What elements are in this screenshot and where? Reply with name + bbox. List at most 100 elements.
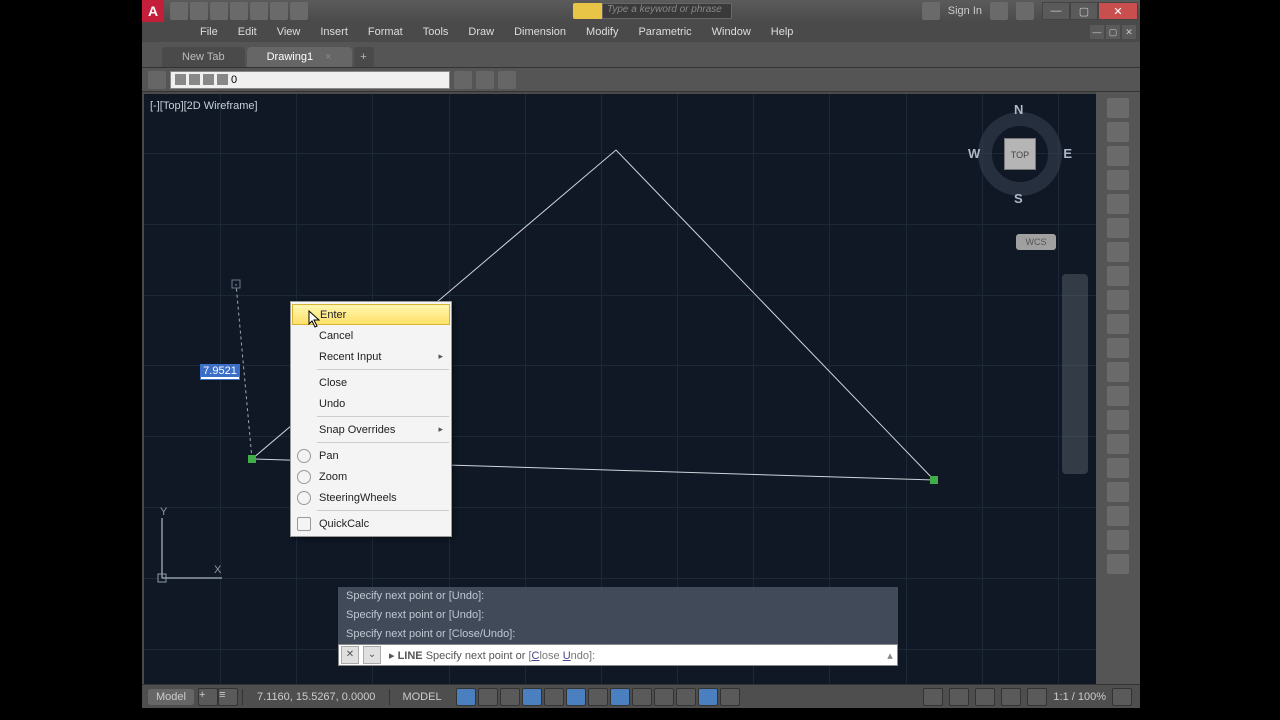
menu-view[interactable]: View (267, 24, 311, 40)
cmdline-options-icon[interactable]: ⌄ (363, 646, 381, 664)
layout-list-icon[interactable]: ≡ (218, 688, 238, 706)
tool-fillet-icon[interactable] (1107, 386, 1129, 406)
customize-status-icon[interactable] (1112, 688, 1132, 706)
cmdline-recent-icon[interactable]: ▴ (883, 649, 897, 662)
ctx-steeringwheels[interactable]: SteeringWheels (291, 487, 451, 508)
menu-help[interactable]: Help (761, 24, 804, 40)
doc-close-icon[interactable]: ✕ (1122, 25, 1136, 39)
ctx-undo[interactable]: Undo (291, 393, 451, 414)
tool-offset-icon[interactable] (1107, 410, 1129, 430)
menu-modify[interactable]: Modify (576, 24, 628, 40)
view-cube[interactable]: N S E W TOP (970, 104, 1070, 204)
exchange-apps-icon[interactable] (990, 2, 1008, 20)
menu-draw[interactable]: Draw (458, 24, 504, 40)
qat-save-icon[interactable] (210, 2, 228, 20)
ctx-quickcalc[interactable]: QuickCalc (291, 513, 451, 534)
ctx-cancel[interactable]: Cancel (291, 325, 451, 346)
isolate-objects-icon[interactable] (1001, 688, 1021, 706)
ctx-close[interactable]: Close (291, 372, 451, 393)
compass-south[interactable]: S (1014, 191, 1023, 206)
cmdline-close-icon[interactable]: ✕ (341, 646, 359, 664)
units-icon[interactable] (975, 688, 995, 706)
tool-rect-icon[interactable] (1107, 194, 1129, 214)
menu-dimension[interactable]: Dimension (504, 24, 576, 40)
menu-edit[interactable]: Edit (228, 24, 267, 40)
ctx-zoom[interactable]: Zoom (291, 466, 451, 487)
layer-previous-icon[interactable] (498, 71, 516, 89)
layer-states-icon[interactable] (454, 71, 472, 89)
polar-toggle-icon[interactable] (522, 688, 542, 706)
quick-props-icon[interactable] (720, 688, 740, 706)
menu-format[interactable]: Format (358, 24, 413, 40)
tool-measure-icon[interactable] (1107, 530, 1129, 550)
tool-extend-icon[interactable] (1107, 362, 1129, 382)
dynamic-input-icon[interactable] (698, 688, 718, 706)
layer-match-icon[interactable] (476, 71, 494, 89)
compass-north[interactable]: N (1014, 102, 1023, 117)
maximize-button[interactable]: ▢ (1070, 2, 1098, 20)
qat-undo-icon[interactable] (270, 2, 288, 20)
model-space-toggle[interactable]: MODEL (394, 691, 449, 703)
ctx-pan[interactable]: Pan (291, 445, 451, 466)
menu-tools[interactable]: Tools (413, 24, 459, 40)
layer-dropdown[interactable]: 0 (170, 71, 450, 89)
qat-new-icon[interactable] (170, 2, 188, 20)
hardware-accel-icon[interactable] (1027, 688, 1047, 706)
lineweight-toggle-icon[interactable] (632, 688, 652, 706)
workspace-switch-icon[interactable] (923, 688, 943, 706)
dynamic-distance-input[interactable]: 7.9521 (200, 364, 240, 380)
qat-saveas-icon[interactable] (230, 2, 248, 20)
snap-toggle-icon[interactable] (478, 688, 498, 706)
3dosnap-toggle-icon[interactable] (588, 688, 608, 706)
transparency-toggle-icon[interactable] (654, 688, 674, 706)
ctx-snap-overrides[interactable]: Snap Overrides (291, 419, 451, 440)
tool-trim-icon[interactable] (1107, 338, 1129, 358)
layer-properties-icon[interactable] (148, 71, 166, 89)
app-menu-icon[interactable]: A (142, 0, 164, 22)
grid-toggle-icon[interactable] (456, 688, 476, 706)
viewcube-top-face[interactable]: TOP (1004, 138, 1036, 170)
tool-mirror-icon[interactable] (1107, 290, 1129, 310)
close-button[interactable]: ✕ (1098, 2, 1138, 20)
menu-parametric[interactable]: Parametric (628, 24, 701, 40)
tool-hatch-icon[interactable] (1107, 482, 1129, 502)
osnap-toggle-icon[interactable] (566, 688, 586, 706)
layout-add-icon[interactable]: + (198, 688, 218, 706)
tab-close-icon[interactable]: × (325, 51, 331, 63)
navigation-bar[interactable] (1062, 274, 1088, 474)
tool-circle-icon[interactable] (1107, 146, 1129, 166)
qat-plot-icon[interactable] (250, 2, 268, 20)
command-line-input[interactable]: ✕ ⌄ ▸ LINE Specify next point or [Close … (338, 644, 898, 666)
tool-move-icon[interactable] (1107, 218, 1129, 238)
tool-arc-icon[interactable] (1107, 170, 1129, 190)
wcs-dropdown[interactable]: WCS (1016, 234, 1056, 250)
ctx-enter[interactable]: Enter (292, 304, 450, 325)
doc-minimize-icon[interactable]: — (1090, 25, 1104, 39)
compass-east[interactable]: E (1063, 146, 1072, 161)
tool-text-icon[interactable] (1107, 506, 1129, 526)
menu-insert[interactable]: Insert (310, 24, 358, 40)
tool-scale-icon[interactable] (1107, 314, 1129, 334)
ctx-recent-input[interactable]: Recent Input (291, 346, 451, 367)
tab-add-button[interactable]: + (354, 47, 374, 67)
qat-redo-icon[interactable] (290, 2, 308, 20)
tool-rotate-icon[interactable] (1107, 266, 1129, 286)
tab-new[interactable]: New Tab (162, 47, 245, 67)
compass-west[interactable]: W (968, 146, 980, 161)
minimize-button[interactable]: — (1042, 2, 1070, 20)
doc-restore-icon[interactable]: ▢ (1106, 25, 1120, 39)
coordinate-display[interactable]: 7.1160, 15.5267, 0.0000 (247, 691, 385, 703)
model-tab[interactable]: Model (148, 689, 194, 705)
annotation-scale[interactable]: 1:1 / 100% (1053, 691, 1106, 703)
qat-open-icon[interactable] (190, 2, 208, 20)
help-icon[interactable] (1016, 2, 1034, 20)
otrack-toggle-icon[interactable] (610, 688, 630, 706)
tool-polyline-icon[interactable] (1107, 122, 1129, 142)
help-search-input[interactable]: Type a keyword or phrase (602, 3, 732, 19)
tool-block-icon[interactable] (1107, 554, 1129, 574)
tab-drawing1[interactable]: Drawing1× (247, 47, 352, 67)
ortho-toggle-icon[interactable] (500, 688, 520, 706)
exchange-icon[interactable] (922, 2, 940, 20)
annotation-monitor-icon[interactable] (949, 688, 969, 706)
tool-array-icon[interactable] (1107, 434, 1129, 454)
